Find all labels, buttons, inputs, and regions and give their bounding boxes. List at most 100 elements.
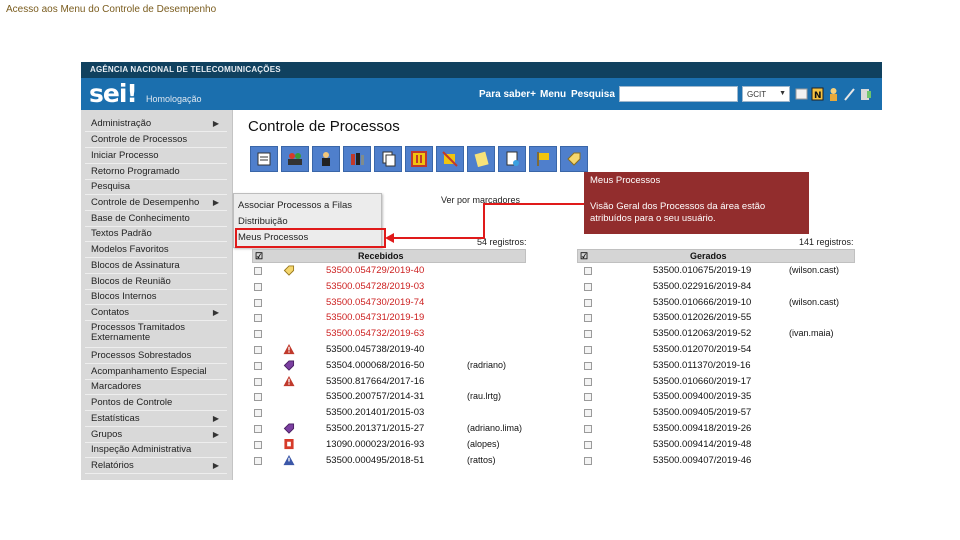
menu-acompanhamento-especial[interactable]: Acompanhamento Especial	[85, 364, 227, 380]
row-checkbox[interactable]	[584, 425, 592, 433]
menu-iniciar-processo[interactable]: Iniciar Processo	[85, 148, 227, 164]
row-checkbox[interactable]	[584, 346, 592, 354]
notification-icon[interactable]	[795, 86, 808, 102]
row-checkbox[interactable]	[254, 409, 262, 418]
user-icon[interactable]	[827, 86, 840, 102]
alert-icon[interactable]	[283, 344, 295, 355]
row-checkbox[interactable]	[254, 456, 262, 465]
row-checkbox[interactable]	[584, 330, 592, 339]
alert-icon[interactable]	[283, 375, 295, 387]
row-checkbox[interactable]	[254, 282, 262, 291]
row-checkbox[interactable]	[254, 361, 262, 370]
row-checkbox[interactable]	[584, 377, 592, 386]
sigilo-icon[interactable]	[250, 146, 278, 172]
document-icon[interactable]: N	[811, 86, 824, 102]
menu-controle-desempenho[interactable]: Controle de Desempenho ▶	[85, 195, 227, 211]
process-link[interactable]: 53500.054729/2019-40	[326, 265, 424, 276]
row-checkbox[interactable]	[254, 267, 262, 275]
nav-para-saber[interactable]: Para saber+	[479, 89, 536, 100]
menu-administracao[interactable]: Administração ▶	[85, 116, 227, 132]
sei-logo[interactable]: sei!	[89, 79, 138, 108]
process-link[interactable]: 53500.200757/2014-31	[326, 391, 424, 402]
menu-blocos-reuniao[interactable]: Blocos de Reunião	[85, 274, 227, 290]
process-link[interactable]: 53500.012063/2019-52	[653, 328, 751, 339]
row-checkbox[interactable]	[254, 425, 262, 433]
incluir-bloco-icon[interactable]	[343, 146, 371, 172]
tools-icon[interactable]	[843, 86, 856, 102]
process-link[interactable]: 53500.054732/2019-63	[326, 328, 424, 339]
menu-processos-tramitados[interactable]: Processos Tramitados Externamente	[85, 321, 227, 348]
process-link[interactable]: 53500.022916/2019-84	[653, 281, 751, 292]
acompanhamento-icon[interactable]	[529, 146, 557, 172]
row-checkbox[interactable]	[584, 361, 592, 370]
process-link[interactable]: 53500.009407/2019-46	[653, 455, 751, 466]
menu-processos-sobrestados[interactable]: Processos Sobrestados	[85, 348, 227, 364]
menu-marcadores[interactable]: Marcadores	[85, 379, 227, 395]
process-link[interactable]: 53500.009418/2019-26	[653, 423, 751, 434]
exit-icon[interactable]	[859, 86, 872, 102]
menu-modelos-favoritos[interactable]: Modelos Favoritos	[85, 242, 227, 258]
tag-yellow-icon[interactable]	[283, 265, 295, 276]
enviar-icon[interactable]	[281, 146, 309, 172]
process-link[interactable]: 53500.012026/2019-55	[653, 312, 751, 323]
row-checkbox[interactable]	[584, 298, 592, 307]
menu-blocos-internos[interactable]: Blocos Internos	[85, 289, 227, 305]
process-link[interactable]: 53500.010666/2019-10	[653, 297, 751, 308]
row-checkbox[interactable]	[254, 330, 262, 339]
row-checkbox[interactable]	[584, 409, 592, 418]
row-checkbox[interactable]	[584, 440, 592, 449]
submenu-distribuicao[interactable]: Distribuição	[238, 216, 288, 227]
marcador-icon[interactable]	[560, 146, 588, 172]
process-link[interactable]: 53500.010675/2019-19	[653, 265, 751, 276]
unit-select[interactable]: GCIT ▼	[742, 86, 790, 102]
documento-icon[interactable]	[498, 146, 526, 172]
process-link[interactable]: 53500.201401/2015-03	[326, 407, 424, 418]
process-link[interactable]: 53504.000068/2016-50	[326, 360, 424, 371]
menu-grupos[interactable]: Grupos ▶	[85, 427, 227, 443]
row-checkbox[interactable]	[584, 267, 592, 275]
process-link[interactable]: 53500.817664/2017-16	[326, 376, 424, 387]
menu-controle-processos[interactable]: Controle de Processos	[85, 132, 227, 148]
row-checkbox[interactable]	[584, 314, 592, 323]
process-link[interactable]: 53500.000495/2018-51	[326, 455, 424, 466]
row-checkbox[interactable]	[254, 298, 262, 307]
submenu-associar-filas[interactable]: Associar Processos a Filas	[238, 200, 352, 211]
row-checkbox[interactable]	[254, 314, 262, 323]
menu-inspecao-administrativa[interactable]: Inspeção Administrativa	[85, 442, 227, 458]
menu-pesquisa[interactable]: Pesquisa	[85, 179, 227, 195]
row-checkbox[interactable]	[254, 440, 262, 449]
row-checkbox[interactable]	[254, 346, 262, 354]
row-checkbox[interactable]	[584, 456, 592, 465]
process-link[interactable]: 53500.054731/2019-19	[326, 312, 424, 323]
process-link[interactable]: 53500.054728/2019-03	[326, 281, 424, 292]
process-link[interactable]: 13090.000023/2016-93	[326, 439, 424, 450]
menu-pontos-controle[interactable]: Pontos de Controle	[85, 395, 227, 411]
select-all-generated-checkbox[interactable]: ☑	[580, 251, 588, 262]
process-link[interactable]: 53500.201371/2015-27	[326, 423, 424, 434]
process-link[interactable]: 53500.011370/2019-16	[653, 360, 751, 371]
menu-base-conhecimento[interactable]: Base de Conhecimento	[85, 211, 227, 227]
process-link[interactable]: 53500.009405/2019-57	[653, 407, 751, 418]
process-link[interactable]: 53500.045738/2019-40	[326, 344, 424, 355]
menu-relatorios[interactable]: Relatórios ▶	[85, 458, 227, 474]
tag-purple-icon[interactable]	[283, 423, 295, 434]
row-checkbox[interactable]	[584, 282, 592, 291]
anotacoes-icon[interactable]	[467, 146, 495, 172]
nav-menu[interactable]: Menu	[540, 89, 566, 100]
row-checkbox[interactable]	[254, 377, 262, 386]
documento-duplicar-icon[interactable]	[374, 146, 402, 172]
special-icon[interactable]	[283, 438, 295, 450]
process-link[interactable]: 53500.010660/2019-17	[653, 376, 751, 387]
process-link[interactable]: 53500.009400/2019-35	[653, 391, 751, 402]
concluir-icon[interactable]	[436, 146, 464, 172]
select-all-received-checkbox[interactable]: ☑	[255, 251, 263, 262]
atribuir-icon[interactable]	[312, 146, 340, 172]
tag-purple-icon[interactable]	[283, 360, 295, 371]
menu-retorno-programado[interactable]: Retorno Programado	[85, 164, 227, 180]
menu-estatisticas[interactable]: Estatísticas ▶	[85, 411, 227, 427]
process-link[interactable]: 53500.054730/2019-74	[326, 297, 424, 308]
alert-blue-icon[interactable]	[283, 454, 295, 466]
sobrestar-icon[interactable]	[405, 146, 433, 172]
menu-blocos-assinatura[interactable]: Blocos de Assinatura	[85, 258, 227, 274]
search-input[interactable]	[619, 86, 738, 102]
